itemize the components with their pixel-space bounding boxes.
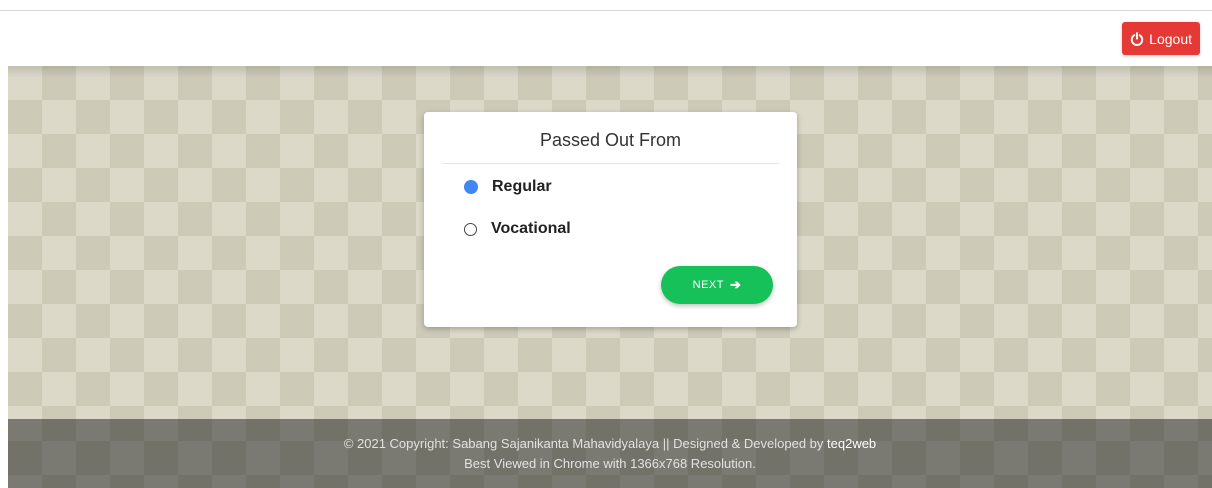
footer-copyright-text: © 2021 Copyright: Sabang Sajanikanta Mah… <box>343 436 824 451</box>
footer-copyright: © 2021 Copyright: Sabang Sajanikanta Mah… <box>8 436 1212 451</box>
radio-regular[interactable] <box>464 180 478 194</box>
logout-button[interactable]: Logout <box>1122 22 1200 55</box>
card-divider <box>442 163 779 164</box>
footer: © 2021 Copyright: Sabang Sajanikanta Mah… <box>8 419 1212 488</box>
logout-label: Logout <box>1149 30 1192 47</box>
next-button[interactable]: NEXT ➔ <box>661 266 773 304</box>
header-divider <box>0 10 1212 11</box>
card-title: Passed Out From <box>539 130 682 150</box>
main-content: Passed Out From Regular Vocational NEXT … <box>8 66 1212 419</box>
option-vocational-label: Vocational <box>491 220 571 237</box>
footer-resolution-note: Best Viewed in Chrome with 1366x768 Reso… <box>464 456 756 471</box>
power-icon <box>1130 31 1144 46</box>
arrow-right-icon: ➔ <box>729 277 742 292</box>
next-label: NEXT <box>692 279 724 291</box>
header-shadow <box>8 66 1212 78</box>
option-regular-label: Regular <box>492 178 552 195</box>
footer-brand-link[interactable]: teq2web <box>827 436 876 451</box>
passed-out-card: Passed Out From Regular Vocational NEXT … <box>424 112 797 327</box>
option-regular[interactable]: Regular <box>464 175 552 199</box>
radio-vocational[interactable] <box>464 222 477 236</box>
top-header: Logout <box>0 0 1212 66</box>
option-vocational[interactable]: Vocational <box>464 217 571 241</box>
